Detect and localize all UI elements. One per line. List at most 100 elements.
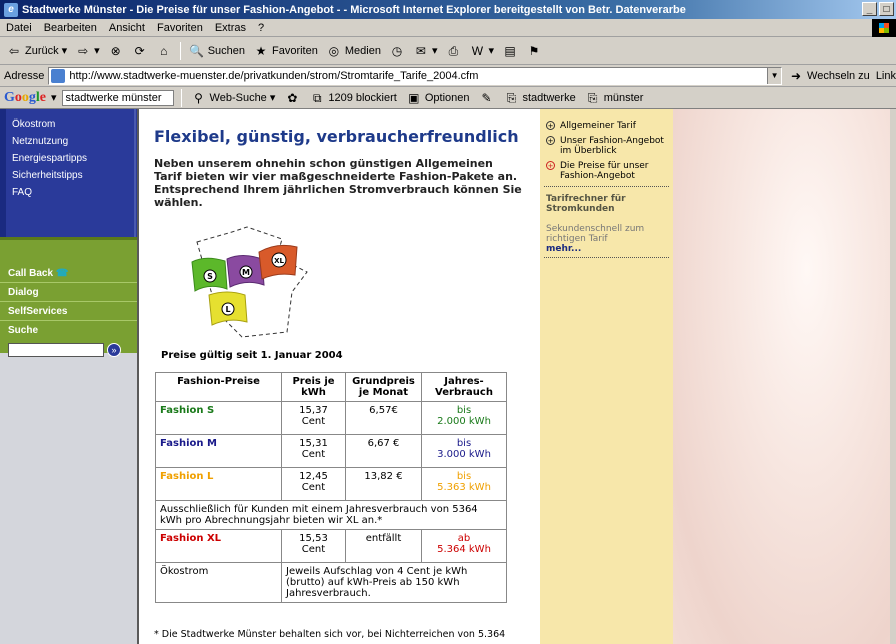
tariff-price: 15,31 Cent <box>281 434 346 468</box>
tariff-name: Fashion S <box>155 401 282 435</box>
options-button[interactable]: ▣ Optionen <box>404 90 472 106</box>
search-term-stadtwerke[interactable]: ⎘ stadtwerke <box>502 90 578 106</box>
link-fashion-ueberblick[interactable]: + Unser Fashion-Angebot im Überblick <box>546 136 669 156</box>
xl-note: Ausschließlich für Kunden mit einem Jahr… <box>155 500 507 530</box>
refresh-button[interactable]: ⟳ <box>130 43 150 59</box>
phone-icon: ☎ <box>55 268 69 279</box>
tariff-name: Ökostrom <box>155 562 282 603</box>
header-fashion-preise: Fashion-Preise <box>155 372 282 402</box>
vertical-scrollbar[interactable] <box>890 109 896 644</box>
go-button[interactable]: ➜ Wechseln zu <box>788 68 870 84</box>
nav-item-netznutzung[interactable]: Netznutzung <box>6 134 137 151</box>
messenger-icon: ⚑ <box>528 43 540 58</box>
menu-favoriten[interactable]: Favoriten <box>151 22 209 34</box>
table-row: Ausschließlich für Kunden mit einem Jahr… <box>155 500 507 530</box>
history-button[interactable]: ◷ <box>387 43 407 59</box>
tariff-base: 6,67 € <box>345 434 422 468</box>
edit-button[interactable]: W ▾ <box>467 43 496 59</box>
toolbar-separator <box>179 41 181 60</box>
maximize-button[interactable]: □ <box>879 2 894 16</box>
favorites-button[interactable]: ★ Favoriten <box>251 43 320 59</box>
address-dropdown-icon[interactable]: ▼ <box>767 67 782 84</box>
nav-item-sicherheitstipps[interactable]: Sicherheitstipps <box>6 168 137 185</box>
header-preis-je-kwh: Preis je kWh <box>281 372 346 402</box>
arrow-circle-icon: + <box>546 136 555 145</box>
validity-text: Preise gültig seit 1. Januar 2004 <box>161 350 343 361</box>
tariff-usage: ab 5.364 kWh <box>421 529 507 563</box>
mail-icon: ✉ <box>415 43 426 58</box>
google-search-input[interactable]: stadtwerke münster <box>61 89 174 106</box>
home-button[interactable]: ⌂ <box>154 43 174 59</box>
ie-logo-icon: e <box>4 2 18 17</box>
back-button[interactable]: ⇦ Zurück ▾ <box>4 43 69 59</box>
fashion-flags-illustration: S M XL L <box>191 226 308 338</box>
forward-button[interactable]: ⇨ ▾ <box>73 43 102 59</box>
popup-blocker-button[interactable]: ⧉ 1209 blockiert <box>307 90 399 106</box>
address-url: http://www.stadtwerke-muenster.de/privat… <box>69 69 479 82</box>
left-navigation: Ökostrom Netznutzung Energiespartipps Si… <box>0 109 137 644</box>
menu-extras[interactable]: Extras <box>209 22 252 34</box>
site-search-input[interactable] <box>8 343 104 357</box>
tariff-base: 6,57€ <box>345 401 422 435</box>
menu-bar: Datei Bearbeiten Ansicht Favoriten Extra… <box>0 19 896 37</box>
link-allgemeiner-tarif[interactable]: + Allgemeiner Tarif <box>546 121 669 131</box>
nav-item-selfservices[interactable]: SelfServices <box>0 302 137 321</box>
tariff-usage: bis 5.363 kWh <box>421 467 507 501</box>
links-button[interactable]: Link <box>876 70 896 82</box>
stop-icon: ⊗ <box>110 43 121 58</box>
menu-help[interactable]: ? <box>252 22 270 34</box>
nav-item-faq[interactable]: FAQ <box>6 185 137 202</box>
table-row: Fashion M 15,31 Cent 6,67 € bis 3.000 kWh <box>155 434 507 468</box>
print-button[interactable]: ⎙ <box>443 43 463 59</box>
intro-text: Neben unserem ohnehin schon günstigen Al… <box>154 157 522 209</box>
popup-blocker-icon: ⧉ <box>313 90 322 105</box>
tarifrechner-heading: Tarifrechner für Stromkunden <box>546 194 626 214</box>
page-icon <box>51 68 66 83</box>
web-search-button[interactable]: ⚲ Web-Suche ▾ <box>189 90 278 106</box>
tariff-base: entfällt <box>345 529 422 563</box>
flag-label-s: S <box>207 272 213 281</box>
menu-bearbeiten[interactable]: Bearbeiten <box>38 22 103 34</box>
flag-label-m: M <box>242 268 250 277</box>
tariff-name: Fashion L <box>155 467 282 501</box>
mail-button[interactable]: ✉ ▾ <box>411 43 440 59</box>
menu-datei[interactable]: Datei <box>0 22 38 34</box>
back-arrow-icon: ⇦ <box>8 43 20 58</box>
messenger-button[interactable]: ⚑ <box>524 43 544 59</box>
stop-button[interactable]: ⊗ <box>106 43 126 59</box>
discuss-button[interactable]: ▤ <box>500 43 520 59</box>
find-icon: ⎘ <box>506 90 517 105</box>
highlight-button[interactable]: ✎ <box>477 90 497 106</box>
tariff-price: 15,53 Cent <box>281 529 346 563</box>
table-row: Fashion S 15,37 Cent 6,57€ bis 2.000 kWh <box>155 401 507 435</box>
nav-item-energiespartipps[interactable]: Energiespartipps <box>6 151 137 168</box>
google-logo[interactable]: Google <box>4 90 46 106</box>
site-search-submit-icon[interactable]: » <box>107 343 121 357</box>
nav-item-oekostrom[interactable]: Ökostrom <box>6 117 137 134</box>
pagerank-button[interactable]: ✿ <box>282 90 302 106</box>
header-photo <box>673 109 896 644</box>
window-controls: _ □ <box>862 2 894 16</box>
nav-item-callback[interactable]: Call Back ☎ <box>0 264 137 283</box>
page-title: Flexibel, günstig, verbraucherfreundlich <box>154 127 519 146</box>
highlighter-icon: ✎ <box>481 90 492 105</box>
pagerank-icon: ✿ <box>287 90 298 105</box>
flag-label-l: L <box>225 305 230 314</box>
price-table: Fashion-Preise Preis je kWh Grundpreis j… <box>155 372 507 603</box>
search-button[interactable]: 🔍 Suchen <box>187 43 247 59</box>
address-input[interactable]: http://www.stadtwerke-muenster.de/privat… <box>48 66 783 85</box>
search-term-muenster[interactable]: ⎘ münster <box>583 90 646 106</box>
header-grundpreis: Grundpreis je Monat <box>345 372 422 402</box>
tarifrechner-more-link[interactable]: mehr... <box>540 244 673 254</box>
table-row: Fashion L 12,45 Cent 13,82 € bis 5.363 kW… <box>155 467 507 501</box>
google-menu-arrow-icon[interactable]: ▾ <box>51 91 57 104</box>
minimize-button[interactable]: _ <box>862 2 877 16</box>
related-links: + Allgemeiner Tarif + Unser Fashion-Angebo… <box>540 109 673 181</box>
nav-item-dialog[interactable]: Dialog <box>0 283 137 302</box>
menu-ansicht[interactable]: Ansicht <box>103 22 151 34</box>
print-icon: ⎙ <box>448 43 459 58</box>
link-fashion-preise[interactable]: + Die Preise für unser Fashion-Angebot <box>546 161 669 181</box>
media-button[interactable]: ◎ Medien <box>324 43 383 59</box>
main-content: Flexibel, günstig, verbraucherfreundlich… <box>139 109 540 644</box>
tariff-base: 13,82 € <box>345 467 422 501</box>
